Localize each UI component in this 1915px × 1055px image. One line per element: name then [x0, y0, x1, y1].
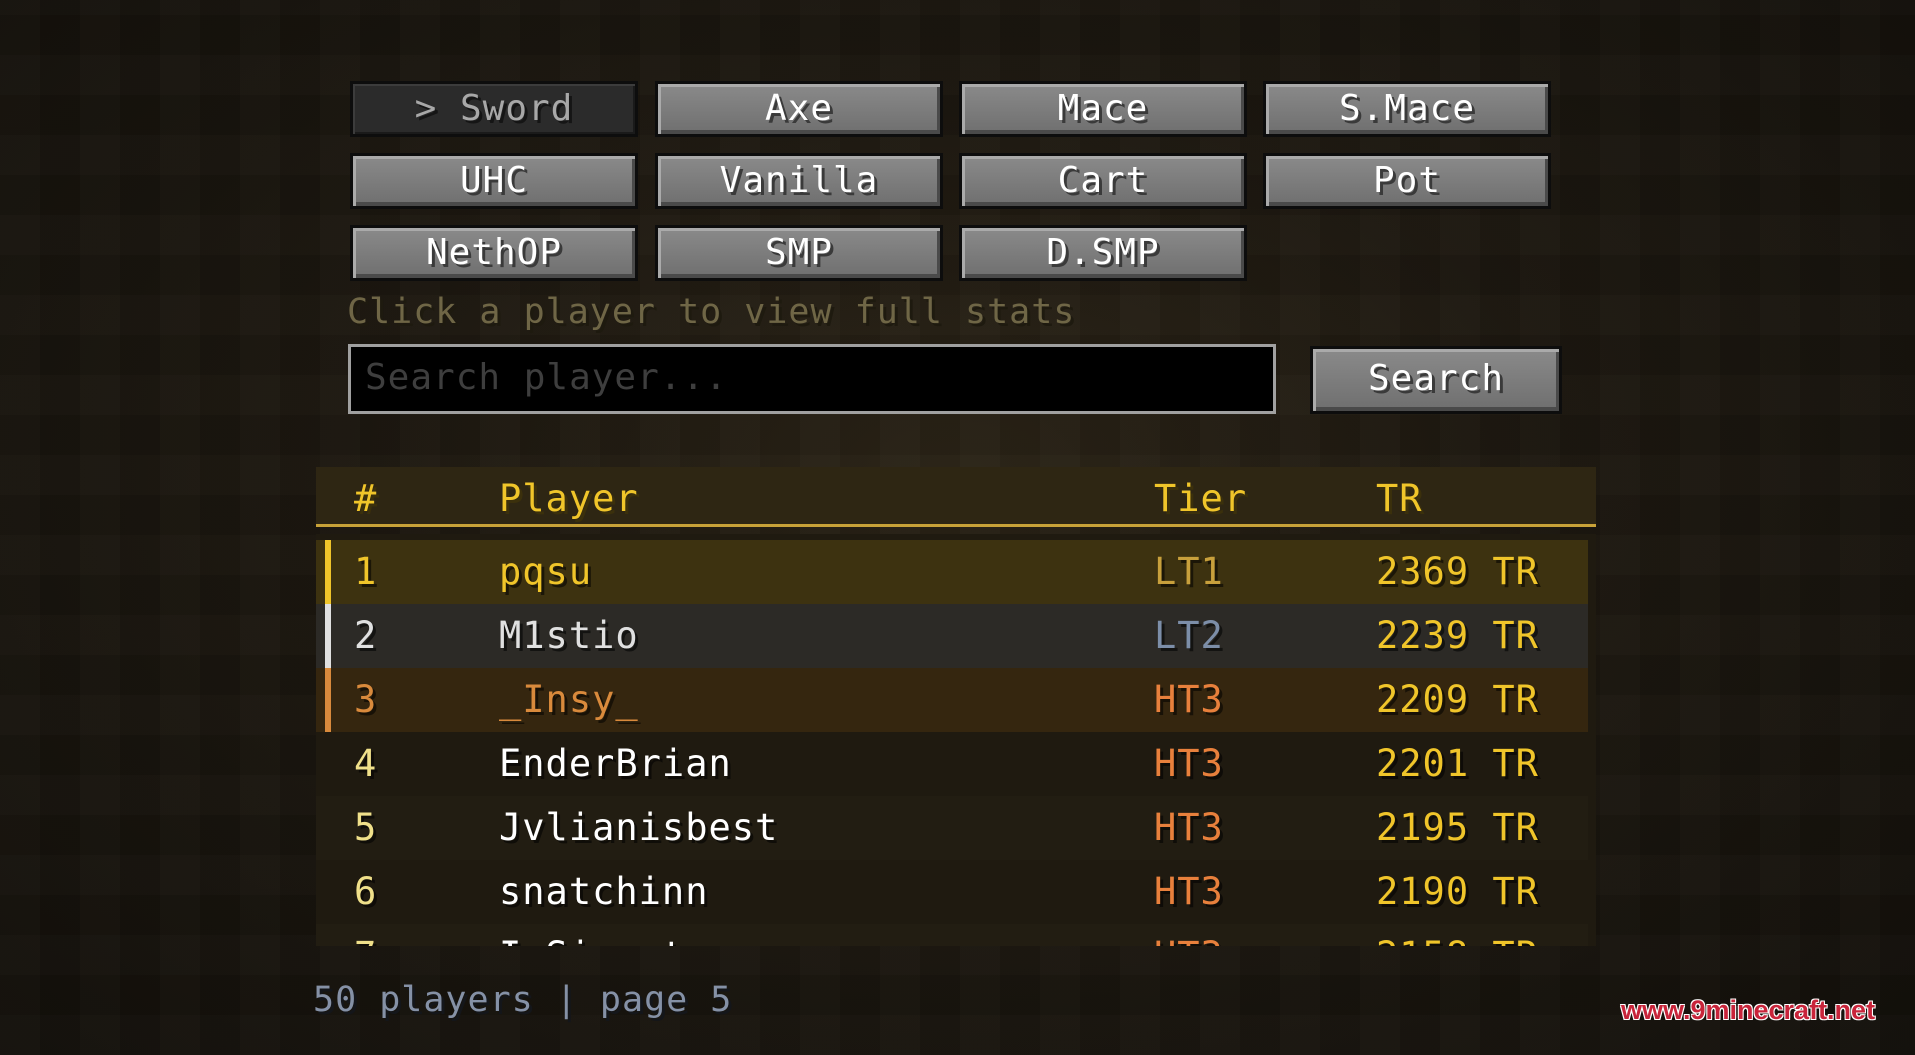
row-player: pqsu — [499, 550, 593, 593]
watermark: www.9minecraft.net — [1621, 995, 1876, 1025]
row-tier: HT3 — [1154, 870, 1224, 913]
mode-button-smp[interactable]: SMP — [655, 225, 943, 281]
row-tier: LT1 — [1154, 550, 1224, 593]
row-player: IxSinnet — [499, 934, 685, 946]
leaderboard-list[interactable]: 1 pqsu LT1 2369 TR 2 M1stio LT2 2239 TR … — [316, 534, 1596, 946]
row-tr: 2209 TR — [1376, 678, 1539, 721]
mode-button-mace[interactable]: Mace — [959, 81, 1247, 137]
mode-button-uhc[interactable]: UHC — [350, 153, 638, 209]
table-row-1[interactable]: 1 pqsu LT1 2369 TR — [316, 540, 1588, 604]
row-player: _Insy_ — [499, 678, 639, 721]
header-tier: Tier — [1154, 477, 1248, 520]
search-button[interactable]: Search — [1310, 346, 1562, 414]
mode-button-nethop[interactable]: NethOP — [350, 225, 638, 281]
row-tier: HT3 — [1154, 678, 1224, 721]
pagination-status: 50 players | page 5 — [313, 980, 733, 1020]
row-tr: 2369 TR — [1376, 550, 1539, 593]
rank-marker-bronze — [325, 668, 331, 732]
search-input[interactable]: Search player... — [348, 344, 1276, 414]
table-row-4[interactable]: 4 EnderBrian HT3 2201 TR — [316, 732, 1588, 796]
row-player: EnderBrian — [499, 742, 732, 785]
row-rank: 4 — [354, 742, 378, 785]
mode-button-cart[interactable]: Cart — [959, 153, 1247, 209]
table-row-6[interactable]: 6 snatchinn HT3 2190 TR — [316, 860, 1588, 924]
row-tr: 2239 TR — [1376, 614, 1539, 657]
row-player: snatchinn — [499, 870, 709, 913]
header-player: Player — [499, 477, 639, 520]
row-tier: HT3 — [1154, 742, 1224, 785]
rank-marker-silver — [325, 604, 331, 668]
mode-button-axe[interactable]: Axe — [655, 81, 943, 137]
mode-button-vanilla[interactable]: Vanilla — [655, 153, 943, 209]
row-rank: 6 — [354, 870, 378, 913]
hint-text: Click a player to view full stats — [347, 292, 1076, 332]
search-placeholder: Search player... — [365, 357, 728, 398]
table-row-3[interactable]: 3 _Insy_ HT3 2209 TR — [316, 668, 1588, 732]
row-tr: 2190 TR — [1376, 870, 1539, 913]
mode-button-dsmp[interactable]: D.SMP — [959, 225, 1247, 281]
row-tr: 2195 TR — [1376, 806, 1539, 849]
table-row-5[interactable]: 5 Jvlianisbest HT3 2195 TR — [316, 796, 1588, 860]
row-rank: 3 — [354, 678, 378, 721]
row-tr: 2201 TR — [1376, 742, 1539, 785]
header-tr: TR — [1376, 477, 1423, 520]
table-header: # Player Tier TR — [316, 467, 1596, 527]
header-rank: # — [354, 477, 378, 520]
row-rank: 5 — [354, 806, 378, 849]
row-tier: LT2 — [1154, 614, 1224, 657]
row-rank: 1 — [354, 550, 378, 593]
table-row-7[interactable]: 7 IxSinnet HT3 2158 TR — [316, 924, 1588, 946]
mode-button-sword[interactable]: > Sword — [350, 81, 638, 137]
table-row-2[interactable]: 2 M1stio LT2 2239 TR — [316, 604, 1588, 668]
row-tr: 2158 TR — [1376, 934, 1539, 946]
row-tier: HT3 — [1154, 934, 1224, 946]
row-rank: 7 — [354, 934, 377, 946]
mode-button-smace[interactable]: S.Mace — [1263, 81, 1551, 137]
mode-button-pot[interactable]: Pot — [1263, 153, 1551, 209]
row-player: M1stio — [499, 614, 639, 657]
row-player: Jvlianisbest — [499, 806, 779, 849]
rank-marker-gold — [325, 540, 331, 604]
row-rank: 2 — [354, 614, 378, 657]
row-tier: HT3 — [1154, 806, 1224, 849]
